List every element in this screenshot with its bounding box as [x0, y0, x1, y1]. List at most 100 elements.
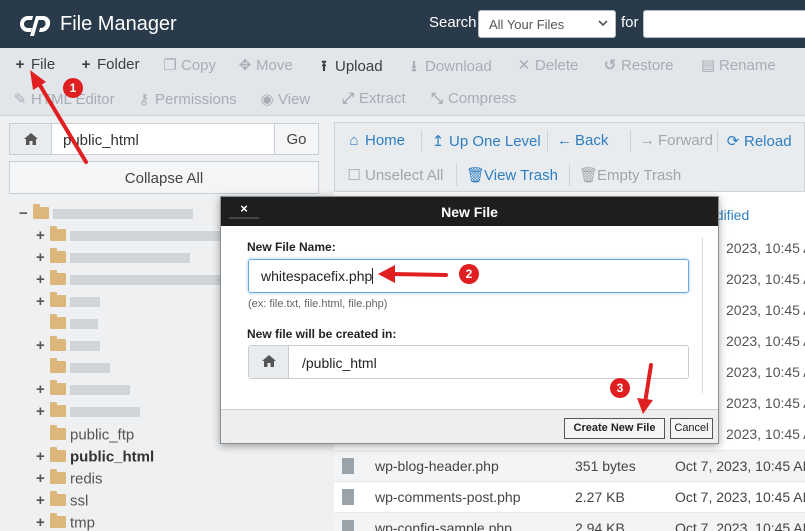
compress-button[interactable]: ⤡ Compress	[429, 90, 516, 107]
restore-icon: ↺	[603, 57, 617, 74]
tree-item-ssl[interactable]: + ssl	[36, 491, 89, 512]
step-badge-3: 3	[610, 378, 630, 398]
extract-button[interactable]: ⤢ Extract	[340, 90, 406, 107]
upload-icon: ⭱	[321, 58, 327, 75]
arrow-right-icon: →	[640, 132, 655, 149]
chevron-down-icon	[598, 20, 608, 27]
tree-item-label: ssl	[70, 492, 89, 510]
redacted-name	[70, 231, 230, 242]
file-icon	[342, 520, 354, 531]
eye-icon: ◉	[260, 91, 274, 108]
step-badge-1: 1	[63, 78, 83, 98]
tree-item-tmp[interactable]: + tmp	[36, 513, 95, 531]
up-one-level-button[interactable]: ↥ Up One Level	[431, 132, 541, 150]
unselect-all-button[interactable]: ☐ Unselect All	[347, 166, 443, 184]
home-icon	[262, 355, 276, 367]
cancel-button[interactable]: Cancel	[670, 418, 713, 439]
file-name: wp-blog-header.php	[375, 458, 499, 474]
folder-icon	[33, 204, 49, 220]
tree-item[interactable]: +	[36, 226, 236, 247]
tree-item[interactable]: +	[36, 336, 106, 357]
delete-button[interactable]: ✕ Delete	[516, 56, 579, 74]
folder-icon	[50, 226, 66, 242]
table-row[interactable]: wp-comments-post.php 2.27 KB Oct 7, 2023…	[334, 481, 805, 512]
expand-toggle-icon: +	[36, 249, 45, 266]
checkbox-icon: ☐	[347, 167, 361, 184]
copy-button[interactable]: ❐ Copy	[162, 56, 216, 74]
for-label: for	[621, 14, 639, 31]
level-up-icon: ↥	[431, 133, 445, 150]
new-file-button[interactable]: + File	[12, 56, 56, 73]
rename-label: Rename	[719, 57, 776, 74]
tree-item-label: redis	[70, 470, 103, 488]
back-button[interactable]: ← Back	[557, 132, 608, 149]
move-label: Move	[256, 57, 293, 74]
new-folder-button[interactable]: + Folder	[78, 56, 140, 73]
tree-item[interactable]: +	[36, 402, 146, 423]
home-button[interactable]	[10, 124, 52, 154]
upload-button[interactable]: ⭱ Upload	[316, 56, 382, 81]
copy-icon: ❐	[163, 57, 177, 74]
file-date: Oct 7, 2023, 10:45 AM	[675, 520, 805, 531]
trash-icon: 🗑	[466, 167, 486, 184]
rename-button[interactable]: ▤ Rename	[700, 56, 776, 74]
tree-item-public-ftp[interactable]: public_ftp	[48, 425, 134, 446]
date-cell: 2023, 10:45 AM	[726, 271, 805, 287]
tree-item[interactable]: +	[36, 270, 226, 291]
collapse-all-button[interactable]: Collapse All	[9, 161, 319, 194]
folder-icon	[50, 491, 66, 507]
directory-path-input[interactable]: public_html	[9, 123, 275, 155]
file-name: wp-comments-post.php	[375, 489, 521, 505]
location-input[interactable]: /public_html	[248, 345, 689, 379]
view-trash-button[interactable]: 🗑View Trash	[466, 166, 558, 184]
move-icon: ✥	[238, 57, 252, 74]
divider	[421, 130, 422, 152]
tree-item[interactable]	[48, 314, 104, 335]
expand-toggle-icon: +	[36, 514, 45, 531]
move-button[interactable]: ✥ Move	[237, 56, 293, 74]
folder-icon	[50, 248, 66, 264]
date-cell: 2023, 10:45 AM	[726, 333, 805, 349]
dialog-footer: Create New File Cancel	[221, 409, 718, 443]
expand-toggle-icon: +	[36, 492, 45, 509]
tree-item[interactable]: +	[36, 248, 196, 269]
extract-label: Extract	[359, 90, 406, 107]
download-icon: ⭳	[411, 58, 417, 75]
tree-item[interactable]: +	[36, 380, 136, 401]
empty-trash-button[interactable]: 🗑Empty Trash	[579, 166, 681, 184]
text-caret	[372, 268, 374, 284]
date-cell: 2023, 10:45 AM	[726, 364, 805, 380]
search-input[interactable]	[643, 10, 805, 38]
search-scope-select[interactable]: All Your Files	[478, 10, 616, 38]
home-button	[249, 346, 289, 378]
permissions-button[interactable]: ⚷ Permissions	[136, 90, 237, 108]
view-button[interactable]: ◉ View	[259, 90, 310, 108]
scrollbar[interactable]	[702, 237, 708, 393]
permissions-label: Permissions	[155, 91, 237, 108]
divider	[547, 130, 548, 152]
toolbar: + File + Folder ❐ Copy ✥ Move ⭱ Upload ⭳ Downl…	[0, 48, 805, 116]
reload-button[interactable]: ⟳ Reload	[726, 132, 792, 150]
tree-item[interactable]	[48, 358, 116, 379]
tree-item-public-html[interactable]: + public_html	[36, 447, 154, 468]
redacted-name	[53, 209, 193, 220]
forward-button[interactable]: → Forward	[640, 132, 713, 149]
cpanel-logo-icon	[20, 16, 51, 36]
create-new-file-button[interactable]: Create New File	[564, 418, 665, 439]
table-row[interactable]: wp-blog-header.php 351 bytes Oct 7, 2023…	[334, 450, 805, 481]
file-name-hint: (ex: file.txt, file.html, file.php)	[248, 298, 388, 310]
app-title: File Manager	[60, 13, 177, 35]
tree-item-redis[interactable]: + redis	[36, 469, 103, 490]
dialog-header: × New File	[221, 197, 718, 226]
tree-item[interactable]: −	[19, 204, 199, 225]
home-nav-button[interactable]: ⌂ Home	[347, 132, 405, 149]
download-button[interactable]: ⭳ Download	[406, 56, 492, 81]
redacted-name	[70, 275, 220, 286]
table-row[interactable]: wp-config-sample.php 2.94 KB Oct 7, 2023…	[334, 512, 805, 531]
restore-button[interactable]: ↺ Restore	[602, 56, 674, 74]
go-button[interactable]: Go	[274, 123, 319, 155]
trash-icon: 🗑	[579, 167, 599, 184]
folder-icon	[50, 380, 66, 396]
tree-item[interactable]: +	[36, 292, 106, 313]
download-label: Download	[425, 58, 492, 75]
